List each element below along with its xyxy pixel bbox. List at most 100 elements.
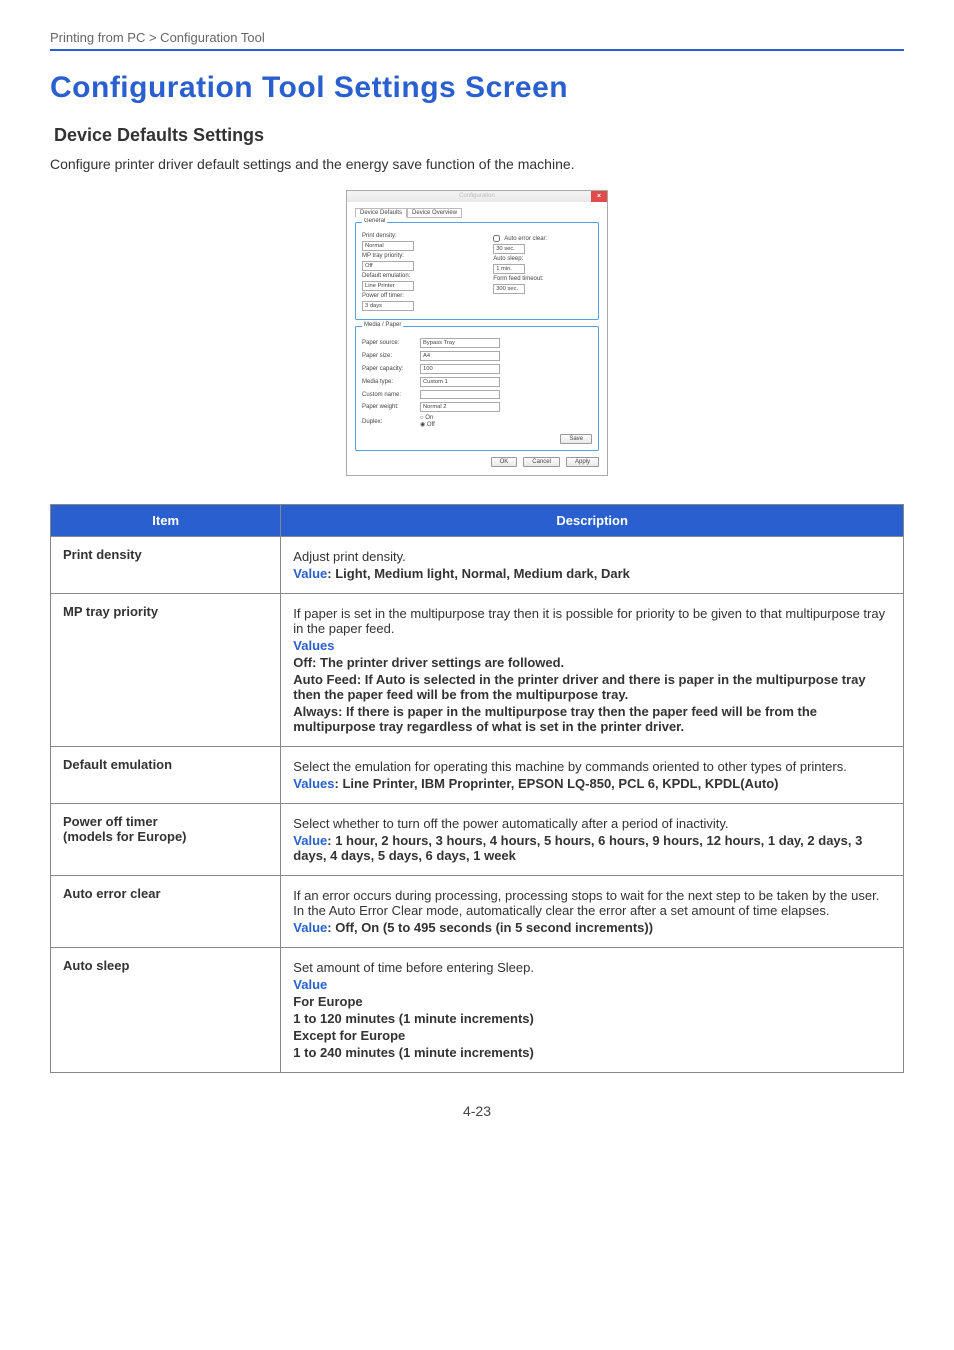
section-title: Device Defaults Settings: [54, 125, 904, 146]
table-header-description: Description: [281, 505, 904, 537]
mp-priority-label: MP tray priority:: [362, 253, 404, 259]
value-text: : Line Printer, IBM Proprinter, EPSON LQ…: [335, 776, 779, 791]
value-keyword: Value: [293, 920, 327, 935]
table-row: Default emulation Select the emulation f…: [51, 747, 904, 804]
item-cell: Auto error clear: [51, 876, 281, 948]
custom-name-field[interactable]: [420, 390, 500, 399]
item-cell: Power off timer (models for Europe): [51, 804, 281, 876]
form-feed-label: Form feed timeout:: [493, 276, 543, 282]
save-button[interactable]: Save: [560, 434, 592, 444]
print-density-label: Print density:: [362, 233, 397, 239]
dialog-tabs: Device Defaults Device Overview: [355, 208, 599, 218]
tab-device-defaults[interactable]: Device Defaults: [355, 208, 407, 218]
value-line: 1 to 120 minutes (1 minute increments): [293, 1011, 891, 1026]
paper-weight-label: Paper weight:: [362, 404, 416, 410]
auto-error-clear-label: Auto error clear:: [504, 236, 547, 242]
desc-text: If paper is set in the multipurpose tray…: [293, 606, 891, 636]
group-general-label: General: [362, 218, 387, 224]
default-emulation-label: Default emulation:: [362, 273, 410, 279]
paper-capacity-label: Paper capacity:: [362, 366, 416, 372]
default-emulation-select[interactable]: Line Printer: [362, 281, 414, 291]
paper-weight-select[interactable]: Normal 2: [420, 402, 500, 412]
page-number: 4-23: [50, 1103, 904, 1119]
dialog-titlebar: Configuration ×: [347, 191, 607, 202]
desc-cell: If paper is set in the multipurpose tray…: [281, 594, 904, 747]
config-dialog: Configuration × Device Defaults Device O…: [346, 190, 608, 476]
power-off-select[interactable]: 3 days: [362, 301, 414, 311]
value-line: 1 to 240 minutes (1 minute increments): [293, 1045, 891, 1060]
form-feed-spinner[interactable]: 300 sec.: [493, 284, 525, 294]
value-text: : 1 hour, 2 hours, 3 hours, 4 hours, 5 h…: [293, 833, 862, 863]
table-header-item: Item: [51, 505, 281, 537]
paper-size-label: Paper size:: [362, 353, 416, 359]
paper-source-label: Paper source:: [362, 340, 416, 346]
desc-cell: Select whether to turn off the power aut…: [281, 804, 904, 876]
desc-cell: Adjust print density. Value: Light, Medi…: [281, 537, 904, 594]
duplex-off-radio[interactable]: ◉ Off: [420, 422, 435, 428]
print-density-select[interactable]: Normal: [362, 241, 414, 251]
auto-sleep-spinner[interactable]: 1 min.: [493, 264, 525, 274]
general-right-column: Auto error clear: 30 sec. Auto sleep: 1 …: [493, 233, 590, 296]
item-cell: Print density: [51, 537, 281, 594]
mp-priority-select[interactable]: Off: [362, 261, 414, 271]
custom-name-label: Custom name:: [362, 392, 416, 398]
value-line: Except for Europe: [293, 1028, 891, 1043]
value-line: Always: If there is paper in the multipu…: [293, 704, 891, 734]
value-line: Off: The printer driver settings are fol…: [293, 655, 891, 670]
duplex-on-radio[interactable]: ○ On: [420, 415, 433, 421]
ok-button[interactable]: OK: [491, 457, 518, 467]
item-cell: MP tray priority: [51, 594, 281, 747]
tab-device-overview[interactable]: Device Overview: [407, 208, 462, 218]
table-row: Power off timer (models for Europe) Sele…: [51, 804, 904, 876]
close-icon[interactable]: ×: [591, 191, 607, 202]
item-cell: Default emulation: [51, 747, 281, 804]
lead-text: Configure printer driver default setting…: [50, 156, 904, 172]
duplex-off-label: Off: [427, 422, 435, 428]
paper-capacity-field: 100: [420, 364, 500, 374]
table-row: Auto error clear If an error occurs duri…: [51, 876, 904, 948]
value-keyword: Value: [293, 566, 327, 581]
general-left-column: Print density: Normal MP tray priority: …: [362, 233, 489, 311]
auto-sleep-label: Auto sleep:: [493, 256, 523, 262]
value-text: : Light, Medium light, Normal, Medium da…: [327, 566, 630, 581]
duplex-label: Duplex:: [362, 419, 416, 425]
value-keyword: Value: [293, 833, 327, 848]
paper-source-select[interactable]: Bypass Tray: [420, 338, 500, 348]
item-cell: Auto sleep: [51, 948, 281, 1073]
desc-text: Adjust print density.: [293, 549, 891, 564]
values-keyword: Values: [293, 638, 334, 653]
auto-error-clear-spinner[interactable]: 30 sec.: [493, 244, 525, 254]
desc-cell: Select the emulation for operating this …: [281, 747, 904, 804]
group-general: General Print density: Normal MP tray pr…: [355, 222, 599, 320]
media-type-label: Media type:: [362, 379, 416, 385]
apply-button[interactable]: Apply: [566, 457, 599, 467]
desc-text: Select the emulation for operating this …: [293, 759, 891, 774]
value-keyword: Value: [293, 977, 327, 992]
dialog-title: Configuration: [459, 193, 495, 199]
power-off-label: Power off timer:: [362, 293, 404, 299]
settings-table: Item Description Print density Adjust pr…: [50, 504, 904, 1073]
page-title: Configuration Tool Settings Screen: [50, 71, 904, 105]
duplex-on-label: On: [425, 415, 433, 421]
desc-text: Set amount of time before entering Sleep…: [293, 960, 891, 975]
desc-cell: If an error occurs during processing, pr…: [281, 876, 904, 948]
value-line: Auto Feed: If Auto is selected in the pr…: [293, 672, 891, 702]
header-rule: [50, 49, 904, 51]
desc-text: If an error occurs during processing, pr…: [293, 888, 891, 918]
duplex-radio-group: ○ On ◉ Off: [420, 415, 435, 428]
table-row: MP tray priority If paper is set in the …: [51, 594, 904, 747]
group-media: Media / Paper Paper source:Bypass Tray P…: [355, 326, 599, 451]
desc-text: Select whether to turn off the power aut…: [293, 816, 891, 831]
table-row: Print density Adjust print density. Valu…: [51, 537, 904, 594]
auto-error-clear-checkbox[interactable]: [493, 235, 500, 242]
dialog-illustration: Configuration × Device Defaults Device O…: [50, 190, 904, 476]
media-type-select[interactable]: Custom 1: [420, 377, 500, 387]
value-text: : Off, On (5 to 495 seconds (in 5 second…: [327, 920, 653, 935]
values-keyword: Values: [293, 776, 334, 791]
cancel-button[interactable]: Cancel: [523, 457, 560, 467]
group-media-label: Media / Paper: [362, 322, 403, 328]
value-line: For Europe: [293, 994, 891, 1009]
desc-cell: Set amount of time before entering Sleep…: [281, 948, 904, 1073]
table-row: Auto sleep Set amount of time before ent…: [51, 948, 904, 1073]
paper-size-select[interactable]: A4: [420, 351, 500, 361]
